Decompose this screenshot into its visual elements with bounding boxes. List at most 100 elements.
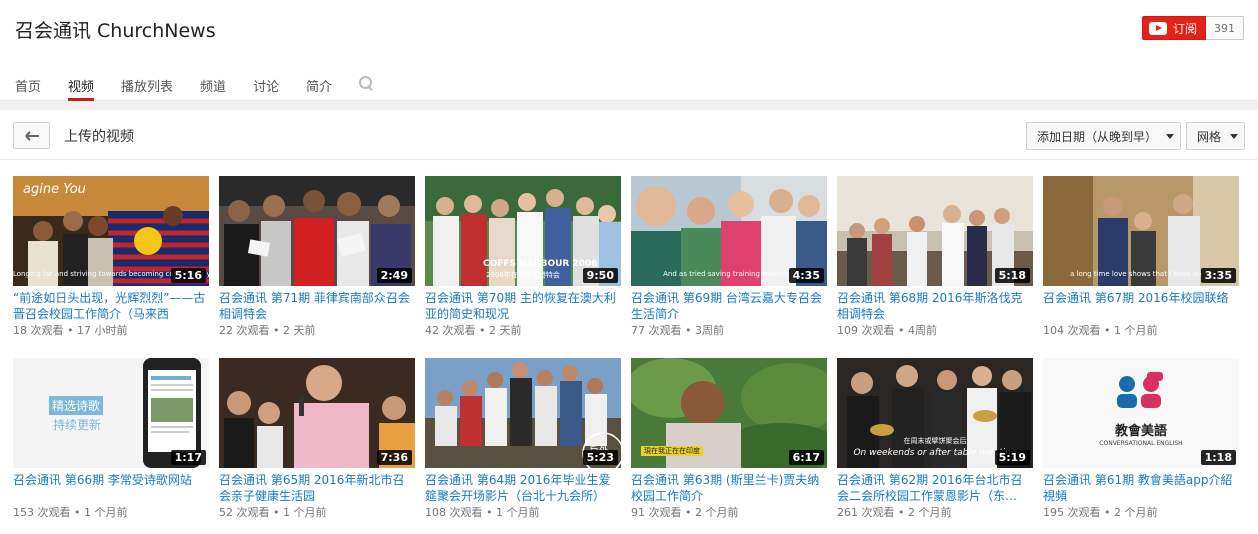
video-meta: 108 次观看 • 1 个月前 [425, 506, 540, 519]
thumbnail-caption-cn: 在周末或擘饼聚会后 [903, 437, 967, 445]
video-thumbnail[interactable]: a long time love shows that I have loved… [1043, 176, 1239, 286]
view-count: 109 次观看 [837, 324, 895, 337]
thumbnail-banner-text: agine You [23, 182, 86, 197]
subscribe-group: 订阅 391 [1141, 16, 1244, 40]
video-duration: 5:23 [582, 450, 618, 465]
video-card: a long time love shows that I have loved… [1043, 176, 1240, 339]
upload-age: 2 个月前 [1113, 506, 1158, 519]
video-card: 在周末或擘饼聚会后 On weekends or after table mee… [837, 358, 1034, 521]
view-count: 104 次观看 [1043, 324, 1101, 337]
video-title[interactable]: 召会通讯 第71期 菲律宾南部众召会相调特会 [219, 290, 416, 322]
video-title[interactable]: 召会通讯 第65期 2016年新北市召会亲子健康生活园 [219, 472, 416, 504]
view-count: 153 次观看 [13, 506, 71, 519]
subscribe-label: 订阅 [1172, 21, 1197, 36]
thumbnail-caption: 現在我正在在印度 [641, 446, 703, 456]
video-title[interactable]: 召会通讯 第67期 2016年校园联络 [1043, 290, 1240, 322]
tab-channels[interactable]: 频道 [200, 68, 226, 101]
video-meta: 18 次观看 • 17 小时前 [13, 324, 128, 337]
upload-age: 1 个月前 [282, 506, 327, 519]
upload-age: 2 个月前 [694, 506, 739, 519]
video-thumbnail[interactable]: 現在我正在在印度 6:17 [631, 358, 827, 468]
video-duration: 5:18 [994, 268, 1030, 283]
search-icon[interactable] [359, 76, 375, 92]
video-thumbnail[interactable]: agine You Longing for and striving towar… [13, 176, 209, 286]
video-title[interactable]: 召会通讯 第62期 2016年台北市召会二会所校园工作蒙恩影片（东… [837, 472, 1034, 504]
tab-about[interactable]: 简介 [306, 68, 332, 101]
video-title[interactable]: 召会通讯 第69期 台湾云嘉大专召会生活简介 [631, 290, 828, 322]
view-count: 52 次观看 [219, 506, 270, 519]
subscribe-button[interactable]: 订阅 [1141, 16, 1206, 40]
upload-age: 17 小时前 [76, 324, 128, 337]
video-thumbnail[interactable]: 5:18 [837, 176, 1033, 286]
chevron-down-icon [1166, 133, 1175, 139]
channel-tabs: 首页 视频 播放列表 频道 讨论 简介 [15, 68, 375, 101]
video-title[interactable]: 召会通讯 第68期 2016年斯洛伐克相调特会 [837, 290, 1034, 322]
tab-home[interactable]: 首页 [15, 68, 41, 101]
upload-age: 2 天前 [488, 324, 522, 337]
video-card: 5:18 召会通讯 第68期 2016年斯洛伐克相调特会 109 次观看 • 4… [837, 176, 1034, 339]
video-card: 現在我正在在印度 6:17 召会通讯 第63期 (斯里兰卡)贾夫纳校园工作简介 … [631, 358, 828, 521]
thumbnail-badge: 精选诗歌 [49, 396, 104, 415]
video-meta: 104 次观看 • 1 个月前 [1043, 324, 1158, 337]
view-count: 22 次观看 [219, 324, 270, 337]
back-button[interactable] [13, 122, 50, 149]
upload-age: 1 个月前 [83, 506, 128, 519]
video-thumbnail[interactable]: 精选诗歌 持续更新 1:17 [13, 358, 209, 468]
logo-text-en: CONVERSATIONAL ENGLISH [1099, 440, 1183, 447]
video-meta: 52 次观看 • 1 个月前 [219, 506, 327, 519]
view-count: 261 次观看 [837, 506, 895, 519]
chevron-down-icon [1230, 133, 1239, 139]
video-title[interactable]: 召会通讯 第63期 (斯里兰卡)贾夫纳校园工作简介 [631, 472, 828, 504]
video-meta: 42 次观看 • 2 天前 [425, 324, 522, 337]
view-count: 18 次观看 [13, 324, 64, 337]
video-meta: 77 次观看 • 3周前 [631, 324, 724, 337]
video-duration: 3:35 [1200, 268, 1236, 283]
upload-age: 4周前 [907, 324, 937, 337]
upload-age: 1 个月前 [1113, 324, 1158, 337]
video-meta: 195 次观看 • 2 个月前 [1043, 506, 1158, 519]
video-card: And as tried saving training meetings 4:… [631, 176, 828, 339]
video-thumbnail[interactable]: 7:36 [219, 358, 415, 468]
video-title[interactable]: 召会通讯 第70期 主的恢复在澳大利亚的简史和现况 [425, 290, 622, 322]
upload-age: 1 个月前 [495, 506, 540, 519]
video-duration: 1:18 [1200, 450, 1236, 465]
video-card: 2:49 召会通讯 第71期 菲律宾南部众召会相调特会 22 次观看 • 2 天… [219, 176, 416, 339]
sort-dropdown[interactable]: 添加日期（从晚到早） [1026, 122, 1181, 150]
video-title[interactable]: 召会通讯 第64期 2016年毕业生爱筵聚会开场影片（台北十九会所） [425, 472, 622, 504]
channel-header: 召会通讯 ChurchNews 订阅 391 首页 视频 播放列表 频道 讨论 … [0, 0, 1258, 101]
section-title: 上传的视频 [64, 129, 134, 145]
video-meta: 91 次观看 • 2 个月前 [631, 506, 739, 519]
video-thumbnail[interactable]: And as tried saving training meetings 4:… [631, 176, 827, 286]
back-arrow-icon [25, 131, 39, 141]
tab-videos[interactable]: 视频 [68, 68, 95, 101]
logo-text-cn: 教會美語 [1114, 424, 1167, 439]
tab-playlists[interactable]: 播放列表 [121, 68, 173, 101]
thumbnail-caption-top: COFFS HARBOUR 2006 [483, 259, 598, 269]
tab-discussion[interactable]: 讨论 [253, 68, 279, 101]
view-count: 42 次观看 [425, 324, 476, 337]
view-label: 网格 [1197, 129, 1222, 144]
view-dropdown[interactable]: 网格 [1186, 122, 1245, 150]
video-card: 戶外 5:23 召会通讯 第64期 2016年毕业生爱筵聚会开场影片（台北十九会… [425, 358, 622, 521]
video-thumbnail[interactable]: 戶外 5:23 [425, 358, 621, 468]
video-card: 7:36 召会通讯 第65期 2016年新北市召会亲子健康生活园 52 次观看 … [219, 358, 416, 521]
video-thumbnail[interactable]: 教會美語 CONVERSATIONAL ENGLISH 1:18 [1043, 358, 1239, 468]
video-card: 教會美語 CONVERSATIONAL ENGLISH 1:18 召会通讯 第6… [1043, 358, 1240, 521]
video-thumbnail[interactable]: 在周末或擘饼聚会后 On weekends or after table mee… [837, 358, 1033, 468]
video-duration: 2:49 [376, 268, 412, 283]
view-count: 91 次观看 [631, 506, 682, 519]
video-card: agine You Longing for and striving towar… [13, 176, 210, 339]
video-title[interactable]: 召会通讯 第66期 李常受诗歌网站 [13, 472, 210, 504]
view-count: 77 次观看 [631, 324, 682, 337]
channel-title[interactable]: 召会通讯 ChurchNews [15, 16, 216, 43]
upload-age: 2 个月前 [907, 506, 952, 519]
thumbnail-subtext: 持续更新 [53, 418, 102, 432]
video-thumbnail[interactable]: 2:49 [219, 176, 415, 286]
video-title[interactable]: “前途如日头出现，光辉烈烈”——古晋召会校园工作简介（马来西 [13, 290, 210, 322]
video-meta: 22 次观看 • 2 天前 [219, 324, 316, 337]
video-meta: 261 次观看 • 2 个月前 [837, 506, 952, 519]
video-duration: 6:17 [788, 450, 824, 465]
view-count: 195 次观看 [1043, 506, 1101, 519]
video-thumbnail[interactable]: COFFS HARBOUR 2006 2006年在科夫斯港特会 9:50 [425, 176, 621, 286]
video-title[interactable]: 召会通讯 第61期 教會美語app介紹視頻 [1043, 472, 1240, 504]
